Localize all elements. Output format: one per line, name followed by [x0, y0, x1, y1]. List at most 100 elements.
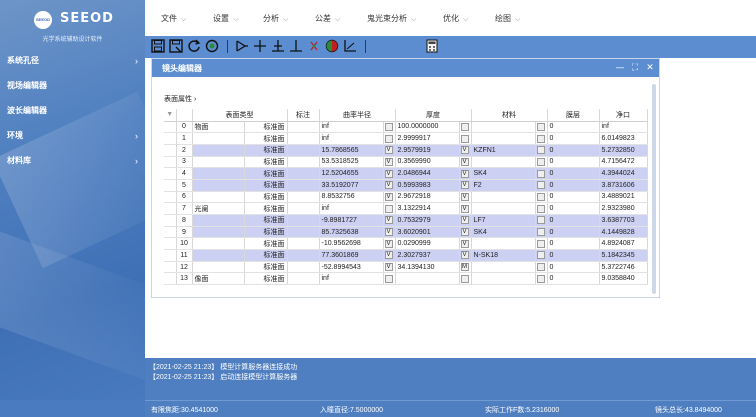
table-row[interactable]: 11 标准面 77.3601869 V 2.3027937 V N-SK18 0 5.18423… [164, 249, 648, 262]
cell-surface-type[interactable]: 标准面 [244, 226, 288, 239]
cell-comment[interactable] [287, 179, 320, 192]
cell-material[interactable] [471, 261, 536, 274]
cell-comment[interactable] [287, 249, 320, 262]
sidebar-item-system-aperture[interactable]: 系统孔径 › [0, 52, 145, 77]
cell-surface-type[interactable]: 标准面 [244, 237, 288, 251]
cell-coating[interactable]: 0 [547, 167, 600, 180]
cell-surface-name[interactable]: 光阑 [192, 202, 245, 215]
cell-coating[interactable]: 0 [547, 226, 600, 239]
cell-thickness[interactable]: 2.9999917 [395, 132, 460, 145]
cell-radius-solve[interactable]: V [383, 144, 396, 157]
cell-material[interactable]: SK4 [471, 226, 536, 239]
cell-surface-name[interactable] [192, 144, 245, 157]
solve-toggle-box[interactable] [536, 239, 545, 248]
cell-material-solve[interactable] [535, 144, 548, 157]
cell-radius[interactable]: inf [319, 132, 384, 145]
ray-trace-icon[interactable] [307, 39, 321, 53]
cell-radius[interactable]: 15.7868565 [319, 144, 384, 157]
solve-toggle-box[interactable]: V [460, 216, 469, 225]
cell-coating[interactable]: 0 [547, 202, 600, 215]
table-row[interactable]: 10 标准面 -10.9562698 V 0.0290999 V 0 4.8924087 [164, 237, 648, 251]
cell-clear-semi[interactable]: 3.4889021 [599, 191, 648, 204]
cell-coating[interactable]: 0 [547, 132, 600, 145]
cell-surface-type[interactable]: 标准面 [244, 261, 288, 274]
restore-icon[interactable]: ⛶ [629, 62, 641, 74]
cell-material[interactable]: KZFN1 [471, 144, 536, 157]
cell-radius[interactable]: inf [319, 121, 384, 134]
solve-toggle-box[interactable] [384, 274, 393, 283]
solve-toggle-box[interactable]: V [384, 157, 393, 166]
cell-clear-semi[interactable]: inf [599, 121, 648, 134]
cell-material-solve[interactable] [535, 191, 548, 204]
cell-coating[interactable]: 0 [547, 144, 600, 157]
editor-scrollbar[interactable] [652, 84, 656, 294]
table-row[interactable]: 5 标准面 33.5192077 V 0.5993983 V F2 0 3.8731606 [164, 179, 648, 192]
cell-comment[interactable] [287, 272, 320, 286]
table-row[interactable]: 13 像面 标准面 inf 0 9.0358840 [164, 272, 648, 286]
cell-radius[interactable]: 12.5204655 [319, 167, 384, 180]
cell-clear-semi[interactable]: 5.2732850 [599, 144, 648, 157]
solve-toggle-box[interactable] [536, 134, 545, 143]
cell-surface-name[interactable] [192, 179, 245, 192]
solve-toggle-box[interactable]: V [460, 169, 469, 178]
table-row[interactable]: 8 标准面 -9.8981727 V 0.7532979 V LF7 0 3.6387703 [164, 214, 648, 227]
sidebar-item-material-library[interactable]: 材料库 › [0, 152, 145, 177]
cell-material[interactable] [471, 202, 536, 215]
solve-toggle-box[interactable]: V [460, 192, 469, 201]
cell-radius-solve[interactable]: V [383, 191, 396, 204]
target-icon[interactable] [205, 39, 219, 53]
cell-surface-type[interactable]: 标准面 [244, 156, 288, 169]
solve-toggle-box[interactable]: V [460, 146, 469, 155]
cell-radius-solve[interactable] [383, 132, 396, 145]
cell-material[interactable] [471, 156, 536, 169]
cell-coating[interactable]: 0 [547, 156, 600, 169]
cell-radius[interactable]: 77.3601869 [319, 249, 384, 262]
cell-thickness-solve[interactable]: V [459, 226, 472, 239]
cell-thickness-solve[interactable] [459, 121, 472, 134]
lens-add-icon[interactable] [235, 39, 249, 53]
cell-material-solve[interactable] [535, 179, 548, 192]
cell-thickness[interactable]: 2.0486944 [395, 167, 460, 180]
table-row[interactable]: 2 标准面 15.7868565 V 2.9579919 V KZFN1 0 5.2732850 [164, 144, 648, 157]
cell-surface-type[interactable]: 标准面 [244, 202, 288, 215]
cell-radius-solve[interactable]: V [383, 237, 396, 251]
cell-radius-solve[interactable]: V [383, 261, 396, 274]
menu-file[interactable]: 文件 ⌵ [161, 13, 186, 24]
table-row[interactable]: 6 标准面 8.8532756 V 2.9672918 V 0 3.4889021 [164, 191, 648, 204]
cell-material-solve[interactable] [535, 156, 548, 169]
cell-thickness-solve[interactable] [459, 132, 472, 145]
cell-material[interactable] [471, 237, 536, 251]
cell-material-solve[interactable] [535, 132, 548, 145]
cell-surface-type[interactable]: 标准面 [244, 121, 288, 134]
menu-plot[interactable]: 绘图 ⌵ [495, 13, 520, 24]
sort-icon[interactable]: ▼ [164, 109, 177, 122]
cell-surface-type[interactable]: 标准面 [244, 132, 288, 145]
table-row[interactable]: 7 光阑 标准面 inf 3.1322914 V 0 2.9323980 [164, 202, 648, 215]
solve-toggle-box[interactable]: V [384, 251, 393, 260]
cell-surface-name[interactable]: 像面 [192, 272, 245, 286]
cell-comment[interactable] [287, 214, 320, 227]
solve-toggle-box[interactable]: V [460, 181, 469, 190]
menu-analysis[interactable]: 分析 ⌵ [263, 13, 288, 24]
cell-clear-semi[interactable]: 5.1842345 [599, 249, 648, 262]
solve-toggle-box[interactable] [536, 228, 545, 237]
solve-toggle-box[interactable]: V [384, 146, 393, 155]
solve-toggle-box[interactable] [536, 216, 545, 225]
cell-surface-type[interactable]: 标准面 [244, 272, 288, 286]
cell-surface-name[interactable] [192, 214, 245, 227]
table-row[interactable]: 9 标准面 85.7325638 V 3.6020901 V SK4 0 4.1449828 [164, 226, 648, 239]
refresh-icon[interactable] [187, 39, 201, 53]
menu-optimize[interactable]: 优化 ⌵ [443, 13, 468, 24]
solve-toggle-box[interactable]: V [384, 181, 393, 190]
cell-clear-semi[interactable]: 9.0358840 [599, 272, 648, 286]
cell-radius[interactable]: 85.7325638 [319, 226, 384, 239]
cell-material-solve[interactable] [535, 202, 548, 215]
cell-thickness[interactable]: 2.3027937 [395, 249, 460, 262]
cell-surface-name[interactable] [192, 132, 245, 145]
solve-toggle-box[interactable]: V [384, 228, 393, 237]
cell-thickness-solve[interactable]: V [459, 156, 472, 169]
solve-toggle-box[interactable]: V [384, 169, 393, 178]
sidebar-item-wavelength-editor[interactable]: 波长编辑器 [0, 102, 145, 127]
cell-radius[interactable]: 33.5192077 [319, 179, 384, 192]
table-row[interactable]: 3 标准面 53.5318525 V 0.3569990 V 0 4.7156472 [164, 156, 648, 169]
